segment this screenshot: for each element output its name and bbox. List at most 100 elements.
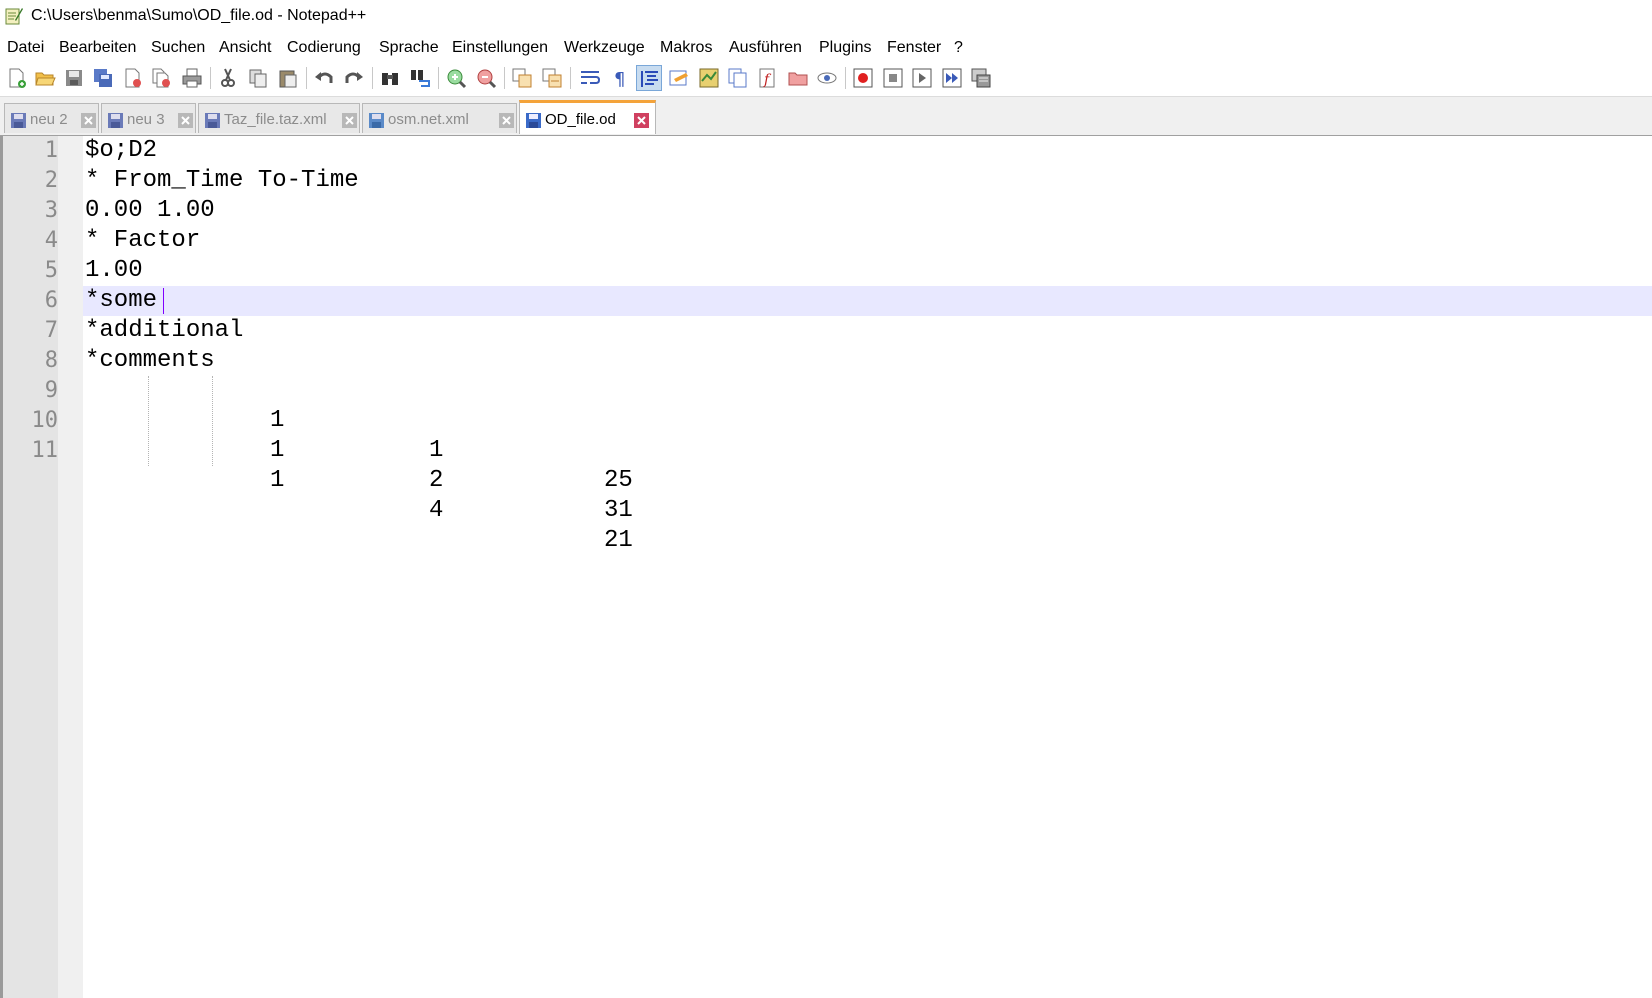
document-list-button[interactable] bbox=[725, 65, 751, 91]
print-icon bbox=[182, 68, 202, 88]
tab-label: osm.net.xml bbox=[388, 111, 469, 128]
notepad-plus-plus-icon bbox=[5, 8, 23, 25]
line-number: 7 bbox=[44, 318, 58, 343]
code-line: * From_Time To-Time bbox=[85, 167, 359, 194]
cut-button[interactable] bbox=[215, 65, 241, 91]
new-file-button[interactable] bbox=[4, 65, 30, 91]
editor[interactable]: 1 2 3 4 5 6 7 8 9 10 11 $o;D2 * From_Tim… bbox=[0, 136, 1652, 998]
macro-stop-icon bbox=[883, 68, 903, 88]
text-caret bbox=[163, 288, 164, 314]
word-wrap-icon bbox=[581, 71, 601, 84]
fold-margin[interactable] bbox=[58, 136, 83, 998]
close-icon[interactable] bbox=[341, 112, 358, 129]
sync-vertical-button[interactable] bbox=[509, 65, 535, 91]
undo-button[interactable] bbox=[311, 65, 337, 91]
redo-button[interactable] bbox=[341, 65, 367, 91]
close-all-icon bbox=[152, 68, 170, 88]
code-line: * Factor bbox=[85, 227, 201, 254]
indent-guide-button[interactable] bbox=[636, 65, 662, 91]
tab-taz-file[interactable]: Taz_file.taz.xml bbox=[198, 103, 360, 133]
menu-help[interactable]: ? bbox=[954, 39, 963, 57]
toolbar-separator bbox=[306, 67, 307, 89]
code-token: 1 bbox=[270, 467, 285, 494]
close-button[interactable] bbox=[120, 65, 146, 91]
macro-save-button[interactable] bbox=[968, 65, 994, 91]
code-line: *additional bbox=[85, 317, 244, 344]
menu-bearbeiten[interactable]: Bearbeiten bbox=[59, 39, 136, 57]
replace-button[interactable] bbox=[407, 65, 433, 91]
function-list-button[interactable]: f bbox=[755, 65, 781, 91]
tab-label: neu 3 bbox=[127, 111, 165, 128]
save-icon bbox=[526, 113, 541, 128]
macro-record-button[interactable] bbox=[850, 65, 876, 91]
code-token: 4 bbox=[429, 497, 444, 524]
menu-ausfuehren[interactable]: Ausführen bbox=[729, 39, 802, 57]
document-map-icon bbox=[699, 68, 719, 88]
macro-run-multiple-button[interactable] bbox=[939, 65, 965, 91]
folder-workspace-button[interactable] bbox=[785, 65, 811, 91]
close-icon bbox=[125, 68, 141, 88]
current-line-highlight bbox=[83, 286, 1652, 316]
folder-workspace-icon bbox=[788, 72, 808, 86]
tab-osm-net[interactable]: osm.net.xml bbox=[362, 103, 517, 133]
menu-suchen[interactable]: Suchen bbox=[151, 39, 205, 57]
close-icon[interactable] bbox=[633, 112, 650, 129]
tab-label: Taz_file.taz.xml bbox=[224, 111, 327, 128]
window-title: C:\Users\benma\Sumo\OD_file.od - Notepad… bbox=[31, 7, 367, 24]
menu-plugins[interactable]: Plugins bbox=[819, 39, 871, 57]
code-line: 1 1 25 bbox=[0, 376, 700, 494]
macro-play-icon bbox=[912, 68, 932, 88]
print-button[interactable] bbox=[179, 65, 205, 91]
show-all-chars-icon: ¶ bbox=[614, 69, 625, 89]
open-file-button[interactable] bbox=[32, 65, 58, 91]
tab-bar: neu 2 neu 3 Taz_file.taz.xml osm.net.xml… bbox=[0, 97, 1652, 136]
show-all-chars-button[interactable]: ¶ bbox=[606, 65, 632, 91]
code-line: 1.00 bbox=[85, 257, 143, 284]
toolbar-separator bbox=[438, 67, 439, 89]
menu-makros[interactable]: Makros bbox=[660, 39, 712, 57]
macro-stop-button[interactable] bbox=[880, 65, 906, 91]
macro-play-button[interactable] bbox=[909, 65, 935, 91]
menu-sprache[interactable]: Sprache bbox=[379, 39, 439, 57]
udl-button[interactable] bbox=[666, 65, 692, 91]
close-icon[interactable] bbox=[177, 112, 194, 129]
find-button[interactable] bbox=[377, 65, 403, 91]
code-line: *comments bbox=[85, 347, 215, 374]
code-token: 31 bbox=[604, 497, 633, 524]
code-line: 1 2 31 bbox=[0, 406, 700, 524]
save-all-button[interactable] bbox=[90, 65, 116, 91]
menu-codierung[interactable]: Codierung bbox=[287, 39, 361, 57]
tab-od-file[interactable]: OD_file.od bbox=[519, 100, 656, 134]
paste-button[interactable] bbox=[275, 65, 301, 91]
cut-icon bbox=[221, 68, 235, 87]
menu-bar: Datei Bearbeiten Suchen Ansicht Codierun… bbox=[0, 34, 1652, 62]
word-wrap-button[interactable] bbox=[577, 65, 603, 91]
macro-save-icon bbox=[971, 68, 991, 88]
tab-label: OD_file.od bbox=[545, 111, 616, 128]
toolbar-separator bbox=[504, 67, 505, 89]
monitoring-button[interactable] bbox=[814, 65, 840, 91]
sync-vertical-icon bbox=[512, 68, 532, 88]
menu-werkzeuge[interactable]: Werkzeuge bbox=[564, 39, 645, 57]
zoom-in-button[interactable] bbox=[443, 65, 469, 91]
menu-fenster[interactable]: Fenster bbox=[887, 39, 941, 57]
tab-neu-3[interactable]: neu 3 bbox=[101, 103, 196, 133]
toolbar-separator bbox=[372, 67, 373, 89]
zoom-out-button[interactable] bbox=[473, 65, 499, 91]
menu-datei[interactable]: Datei bbox=[7, 39, 44, 57]
close-icon[interactable] bbox=[498, 112, 515, 129]
sync-horizontal-button[interactable] bbox=[539, 65, 565, 91]
line-number: 1 bbox=[44, 138, 58, 163]
document-list-icon bbox=[728, 68, 747, 88]
menu-ansicht[interactable]: Ansicht bbox=[219, 39, 271, 57]
new-file-icon bbox=[9, 68, 26, 88]
menu-einstellungen[interactable]: Einstellungen bbox=[452, 39, 548, 57]
close-all-button[interactable] bbox=[149, 65, 175, 91]
copy-button[interactable] bbox=[245, 65, 271, 91]
monitoring-icon bbox=[817, 72, 837, 84]
close-icon[interactable] bbox=[80, 112, 97, 129]
save-button[interactable] bbox=[61, 65, 87, 91]
document-map-button[interactable] bbox=[696, 65, 722, 91]
title-bar: C:\Users\benma\Sumo\OD_file.od - Notepad… bbox=[0, 0, 1652, 34]
tab-neu-2[interactable]: neu 2 bbox=[4, 103, 99, 133]
